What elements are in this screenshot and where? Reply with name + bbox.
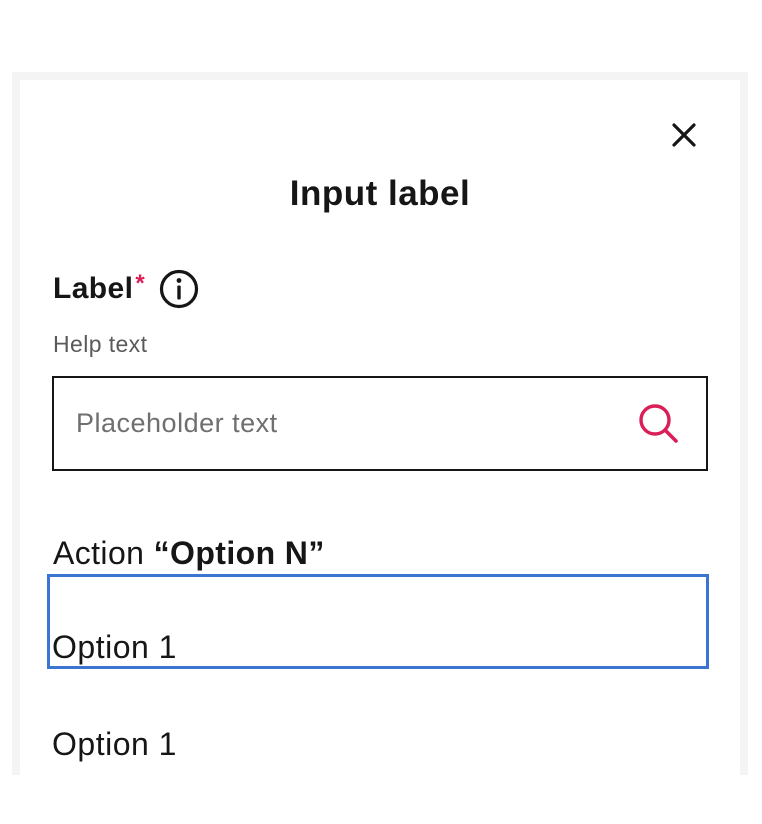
option-label: Option 1 (52, 726, 177, 762)
field-label: Label (53, 272, 134, 305)
search-field (52, 376, 708, 471)
required-marker: * (135, 270, 145, 297)
option-item-focused[interactable]: Option 1 (47, 574, 709, 669)
dialog-title: Input label (289, 174, 471, 213)
info-icon[interactable] (159, 269, 199, 309)
option-item[interactable]: Option 1 (47, 671, 709, 766)
close-icon (672, 123, 696, 147)
action-prefix: Action (53, 535, 145, 571)
help-text: Help text (53, 331, 148, 357)
field-label-row: Label * (53, 266, 199, 312)
option-label: Option 1 (52, 629, 177, 665)
action-heading: Action “Option N” (53, 533, 325, 573)
search-input[interactable] (76, 378, 616, 469)
search-icon[interactable] (638, 403, 680, 445)
action-option-name: “Option N” (153, 535, 325, 571)
close-button[interactable] (662, 113, 706, 157)
